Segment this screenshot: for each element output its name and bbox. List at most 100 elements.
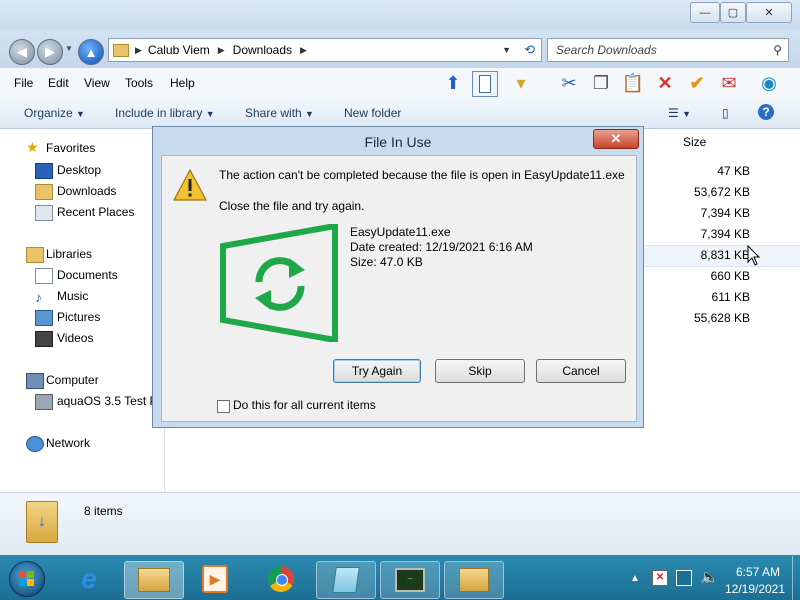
menu-edit[interactable]: Edit [48, 76, 69, 90]
taskbar-task-manager[interactable]: ~ [380, 561, 440, 599]
new-folder-button[interactable]: New folder [344, 106, 401, 120]
up-button[interactable]: ▲ [78, 39, 104, 65]
chevron-down-icon: ▼ [305, 109, 314, 119]
nav-pictures[interactable]: Pictures [57, 310, 100, 324]
nav-drive-aquaos[interactable]: aquaOS 3.5 Test P [57, 394, 158, 408]
action-center-icon[interactable]: ✕ [652, 570, 668, 586]
breadcrumb-calub-viem[interactable]: Calub Viem [148, 43, 210, 57]
globe-icon[interactable]: ◉ [756, 71, 782, 95]
do-this-for-all-label[interactable]: Do this for all current items [233, 398, 376, 412]
chevron-down-icon: ▼ [205, 109, 215, 119]
taskbar-media-player[interactable]: ▶ [186, 561, 244, 597]
include-in-library-button[interactable]: Include in library ▼ [115, 106, 215, 120]
download-arrow-icon: ↓ [38, 513, 46, 530]
notepad-icon [332, 567, 360, 593]
taskbar-folder-options[interactable] [444, 561, 504, 599]
minimize-button[interactable]: — [690, 2, 720, 23]
column-header-size[interactable]: Size [683, 135, 706, 149]
dialog-close-button[interactable]: ✕ [593, 129, 639, 149]
help-icon[interactable]: ? [758, 104, 774, 120]
search-input[interactable]: Search Downloads ⚲ [547, 38, 789, 62]
menu-bar [0, 68, 800, 99]
menu-view[interactable]: View [84, 76, 110, 90]
breadcrumb-downloads[interactable]: Downloads [233, 43, 292, 57]
taskbar-chrome[interactable] [252, 561, 310, 597]
organize-button[interactable]: Organize ▼ [24, 106, 85, 120]
network-tray-icon[interactable] [676, 570, 692, 586]
include-in-library-label: Include in library [115, 106, 203, 120]
do-this-for-all-checkbox[interactable] [217, 400, 230, 413]
maximize-button[interactable]: ▢ [720, 2, 746, 23]
nav-libraries[interactable]: Libraries [46, 247, 92, 261]
nav-favorites[interactable]: Favorites [46, 141, 95, 155]
nav-documents[interactable]: Documents [57, 268, 118, 282]
select-folder-icon[interactable]: ▾ [508, 71, 534, 95]
folder-icon [113, 43, 129, 57]
nav-computer[interactable]: Computer [46, 373, 99, 387]
menu-help[interactable]: Help [170, 76, 195, 90]
file-size: 7,394 KB [700, 206, 750, 220]
up-folder-icon[interactable]: ⬆ [440, 71, 466, 95]
preview-pane-toggle-icon[interactable]: ▯ [722, 106, 729, 120]
share-with-button[interactable]: Share with ▼ [245, 106, 314, 120]
show-hidden-icons-icon[interactable]: ▲ [630, 573, 640, 584]
try-again-button[interactable]: Try Again [333, 359, 421, 383]
recent-pages-dropdown[interactable]: ▼ [65, 44, 73, 53]
copy-icon[interactable]: ❐ [588, 71, 614, 95]
pane-icon [479, 75, 491, 93]
file-date-created: Date created: 12/19/2021 6:16 AM [350, 240, 533, 254]
nav-videos[interactable]: Videos [57, 331, 93, 345]
nav-downloads[interactable]: Downloads [57, 184, 116, 198]
file-size: 55,628 KB [693, 311, 750, 325]
warning-icon [173, 168, 207, 201]
properties-check-icon[interactable]: ✔ [684, 71, 710, 95]
desktop-icon [35, 163, 53, 179]
delete-icon[interactable]: ✕ [652, 71, 678, 95]
preview-pane-icon[interactable] [472, 71, 498, 97]
nav-recent-places[interactable]: Recent Places [57, 205, 134, 219]
taskbar-notepad[interactable] [316, 561, 376, 599]
change-view-icon[interactable]: ☰ ▼ [668, 106, 691, 120]
documents-icon [35, 268, 53, 284]
address-bar[interactable]: ▶ Calub Viem ▶ Downloads ▶ ▼ ⟲ [108, 38, 542, 62]
start-button[interactable] [9, 561, 45, 597]
address-dropdown-icon[interactable]: ▼ [502, 45, 511, 55]
volume-icon[interactable]: 🔈 [700, 568, 719, 586]
skip-label: Skip [468, 364, 492, 378]
nav-desktop[interactable]: Desktop [57, 163, 101, 177]
paste-icon[interactable]: 📋 [620, 71, 646, 95]
close-window-button[interactable]: ✕ [746, 2, 792, 23]
file-size: 47 KB [717, 164, 750, 178]
menu-file[interactable]: File [14, 76, 33, 90]
back-button[interactable]: ◀ [9, 39, 35, 65]
file-size-info: Size: 47.0 KB [350, 255, 423, 269]
clock-date[interactable]: 12/19/2021 [722, 582, 788, 596]
clock-time[interactable]: 6:57 AM [730, 565, 786, 579]
file-size: 8,831 KB [700, 248, 750, 262]
maximize-icon: ▢ [727, 7, 739, 19]
star-icon: ★ [26, 139, 39, 155]
search-placeholder: Search Downloads [556, 43, 657, 57]
refresh-icon[interactable]: ⟲ [524, 42, 535, 58]
taskbar-file-explorer[interactable] [124, 561, 184, 599]
search-icon[interactable]: ⚲ [773, 43, 782, 57]
minimize-icon: — [699, 6, 711, 19]
cancel-label: Cancel [562, 364, 600, 378]
breadcrumb-separator-icon: ▶ [135, 44, 142, 55]
cancel-button[interactable]: Cancel [536, 359, 626, 383]
nav-network[interactable]: Network [46, 436, 90, 450]
nav-music[interactable]: Music [57, 289, 88, 303]
cut-icon[interactable]: ✂ [556, 71, 582, 95]
menu-tools[interactable]: Tools [125, 76, 153, 90]
drive-icon [35, 394, 53, 410]
show-desktop-button[interactable] [792, 556, 800, 600]
chrome-icon [268, 566, 294, 592]
mouse-cursor-icon [747, 245, 761, 266]
taskbar-internet-explorer[interactable]: e [60, 561, 118, 597]
update-app-icon [220, 224, 338, 342]
forward-button[interactable]: ▶ [37, 39, 63, 65]
skip-button[interactable]: Skip [435, 359, 525, 383]
email-icon[interactable]: ✉ [716, 71, 742, 95]
window-caption [0, 0, 800, 30]
dialog-body: The action can't be completed because th… [161, 155, 637, 422]
